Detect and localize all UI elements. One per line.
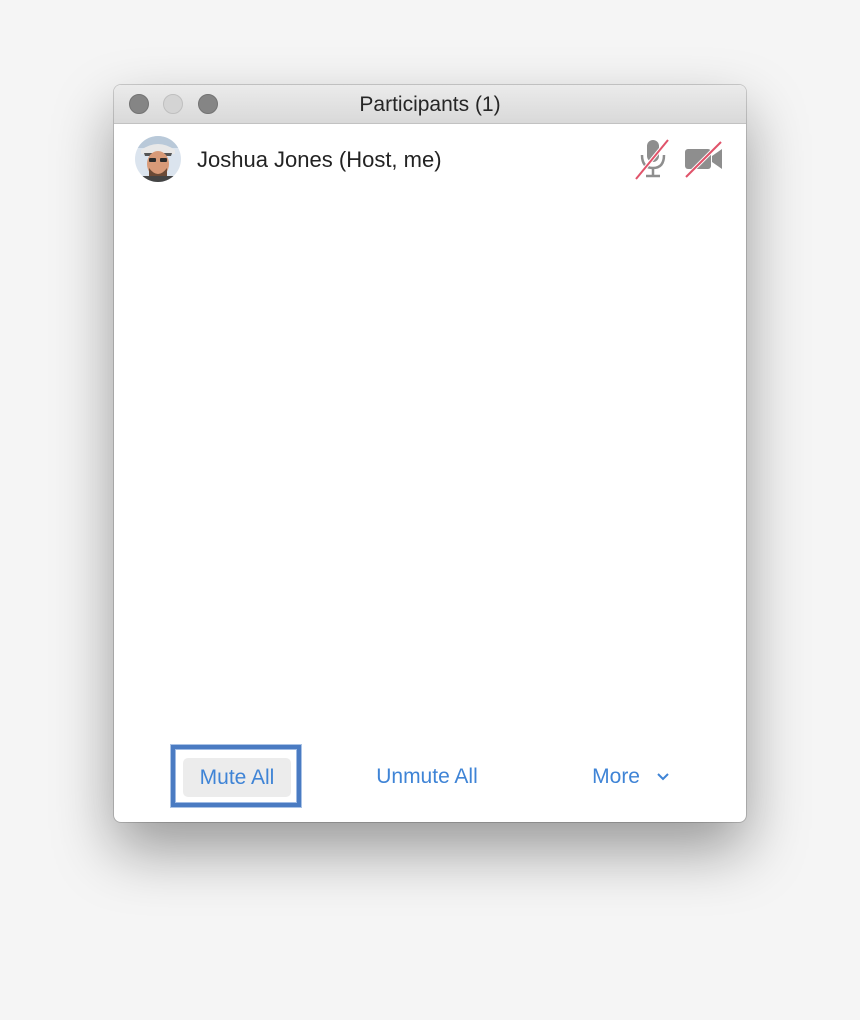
more-button[interactable]: More	[566, 749, 696, 805]
unmute-all-button[interactable]: Unmute All	[354, 749, 500, 805]
chevron-down-icon	[657, 773, 669, 781]
video-off-icon[interactable]	[682, 139, 726, 179]
participant-row[interactable]: Joshua Jones (Host, me)	[114, 134, 746, 186]
participant-name: Joshua Jones (Host, me)	[197, 147, 442, 172]
unmute-all-label: Unmute All	[376, 765, 478, 788]
more-label: More	[592, 765, 640, 788]
avatar	[135, 136, 181, 182]
mute-all-button[interactable]: Mute All	[183, 758, 291, 797]
participants-window: Participants (1) Joshua Jones (Host, me)	[114, 85, 746, 822]
title-bar[interactable]: Participants (1)	[114, 85, 746, 124]
window-title: Participants (1)	[359, 93, 501, 116]
microphone-muted-icon[interactable]	[633, 137, 673, 181]
